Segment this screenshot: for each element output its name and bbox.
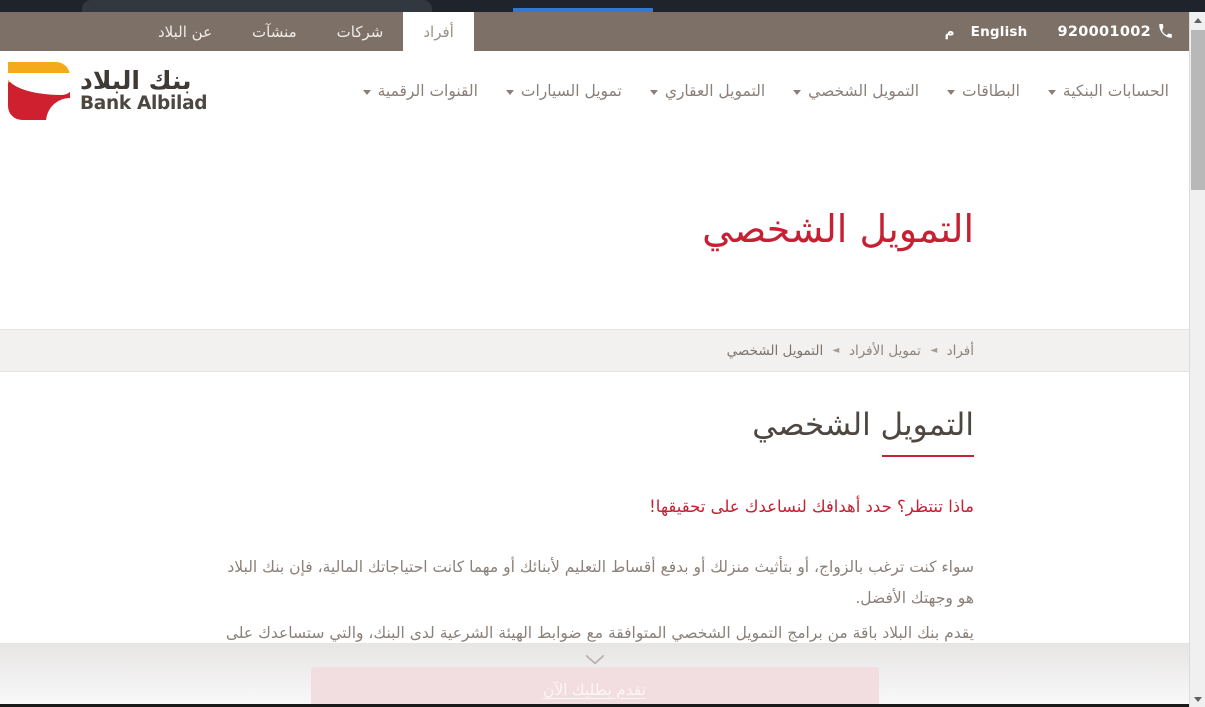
chevron-down-icon: [1047, 89, 1056, 95]
browser-tab[interactable]: [82, 0, 432, 12]
chevron-down-icon: [947, 89, 956, 95]
screen-root: م English 920001002 أفراد شركات منشآت عن…: [0, 0, 1205, 707]
site-logo[interactable]: بنك البلاد Bank Albilad: [0, 61, 221, 122]
logo-arabic-text: بنك البلاد: [80, 65, 192, 95]
nav-item-label: تمويل السيارات: [520, 81, 622, 100]
utility-truncated-item[interactable]: م: [943, 12, 957, 51]
page-title: التمويل الشخصي: [752, 407, 974, 457]
nav-item-auto-finance[interactable]: تمويل السيارات: [492, 82, 636, 100]
breadcrumb-item-individuals[interactable]: أفراد: [947, 343, 974, 359]
breadcrumb-item-personal-financing[interactable]: تمويل الأفراد: [849, 343, 921, 359]
sections-nav: أفراد شركات منشآت عن البلاد: [0, 12, 474, 51]
logo-english-text: Bank Albilad: [80, 92, 208, 114]
main-content: التمويل الشخصي ماذا تنتظر؟ حدد أهدافك لن…: [0, 372, 1189, 673]
section-title-wrap: التمويل الشخصي: [120, 407, 1069, 457]
section-tab-companies[interactable]: شركات: [317, 12, 404, 51]
nav-item-label: البطاقات: [962, 81, 1020, 100]
phone-number-text: 920001002: [1057, 23, 1151, 40]
breadcrumb: أفراد ◄ تمويل الأفراد ◄ التمويل الشخصي: [727, 343, 974, 359]
hero-banner: التمويل الشخصي: [0, 130, 1189, 329]
breadcrumb-separator-icon: ◄: [930, 345, 938, 356]
scrollbar-thumb[interactable]: [1191, 30, 1205, 190]
section-tab-individuals[interactable]: أفراد: [403, 12, 474, 51]
scroll-down-button[interactable]: [1190, 691, 1205, 707]
nav-item-label: التمويل الشخصي: [808, 81, 920, 100]
nav-item-cards[interactable]: البطاقات: [933, 82, 1034, 100]
apply-now-label: تقدم بطلبك الآن: [543, 682, 646, 699]
nav-item-real-estate-finance[interactable]: التمويل العقاري: [636, 82, 779, 100]
nav-item-label: الحسابات البنكية: [1062, 81, 1169, 100]
breadcrumb-separator-icon: ◄: [832, 345, 840, 356]
nav-item-personal-finance[interactable]: التمويل الشخصي: [779, 82, 933, 100]
apply-now-button[interactable]: تقدم بطلبك الآن: [310, 667, 879, 707]
bottom-section: تقدم بطلبك الآن: [0, 642, 1189, 707]
body-paragraph-1: سواء كنت ترغب بالزواج، أو بتأثيث منزلك أ…: [227, 558, 974, 607]
nav-item-bank-accounts[interactable]: الحسابات البنكية: [1034, 82, 1183, 100]
primary-nav: الحسابات البنكية البطاقات التمويل الشخصي…: [221, 82, 1189, 100]
chevron-down-icon: [649, 89, 658, 95]
scroll-up-arrow-icon: [1194, 17, 1202, 23]
hero-title: التمويل الشخصي: [702, 206, 974, 251]
nav-item-digital-channels[interactable]: القنوات الرقمية: [349, 82, 492, 100]
section-tab-about[interactable]: عن البلاد: [138, 12, 232, 51]
logo-mark-icon: [8, 61, 72, 122]
breadcrumb-bar: أفراد ◄ تمويل الأفراد ◄ التمويل الشخصي: [0, 329, 1189, 372]
chevron-down-icon: [505, 89, 514, 95]
main-header: الحسابات البنكية البطاقات التمويل الشخصي…: [0, 51, 1189, 130]
chevron-down-icon: [362, 89, 371, 95]
nav-item-label: التمويل العقاري: [664, 81, 766, 100]
language-switch-link[interactable]: English: [957, 12, 1042, 51]
breadcrumb-item-current: التمويل الشخصي: [726, 342, 824, 359]
utility-top-bar: م English 920001002 أفراد شركات منشآت عن…: [0, 12, 1189, 51]
logo-wordmark: بنك البلاد Bank Albilad: [80, 65, 208, 114]
scroll-down-arrow-icon: [1194, 696, 1202, 702]
lead-text: ماذا تنتظر؟ حدد أهدافك لنساعدك على تحقيق…: [649, 497, 974, 516]
chevron-down-icon: [793, 89, 802, 95]
section-tab-enterprises[interactable]: منشآت: [232, 12, 317, 51]
scroll-up-button[interactable]: [1190, 12, 1205, 28]
chevron-down-icon[interactable]: [585, 651, 605, 665]
browser-chrome-bar: [0, 0, 1205, 12]
vertical-scrollbar[interactable]: [1189, 12, 1205, 707]
utility-left-group: م English 920001002: [943, 12, 1189, 51]
contact-phone[interactable]: 920001002: [1041, 12, 1189, 51]
browser-accent-strip: [513, 8, 653, 12]
page-viewport: م English 920001002 أفراد شركات منشآت عن…: [0, 12, 1189, 707]
nav-item-label: القنوات الرقمية: [377, 81, 478, 100]
phone-icon: [1158, 24, 1173, 39]
